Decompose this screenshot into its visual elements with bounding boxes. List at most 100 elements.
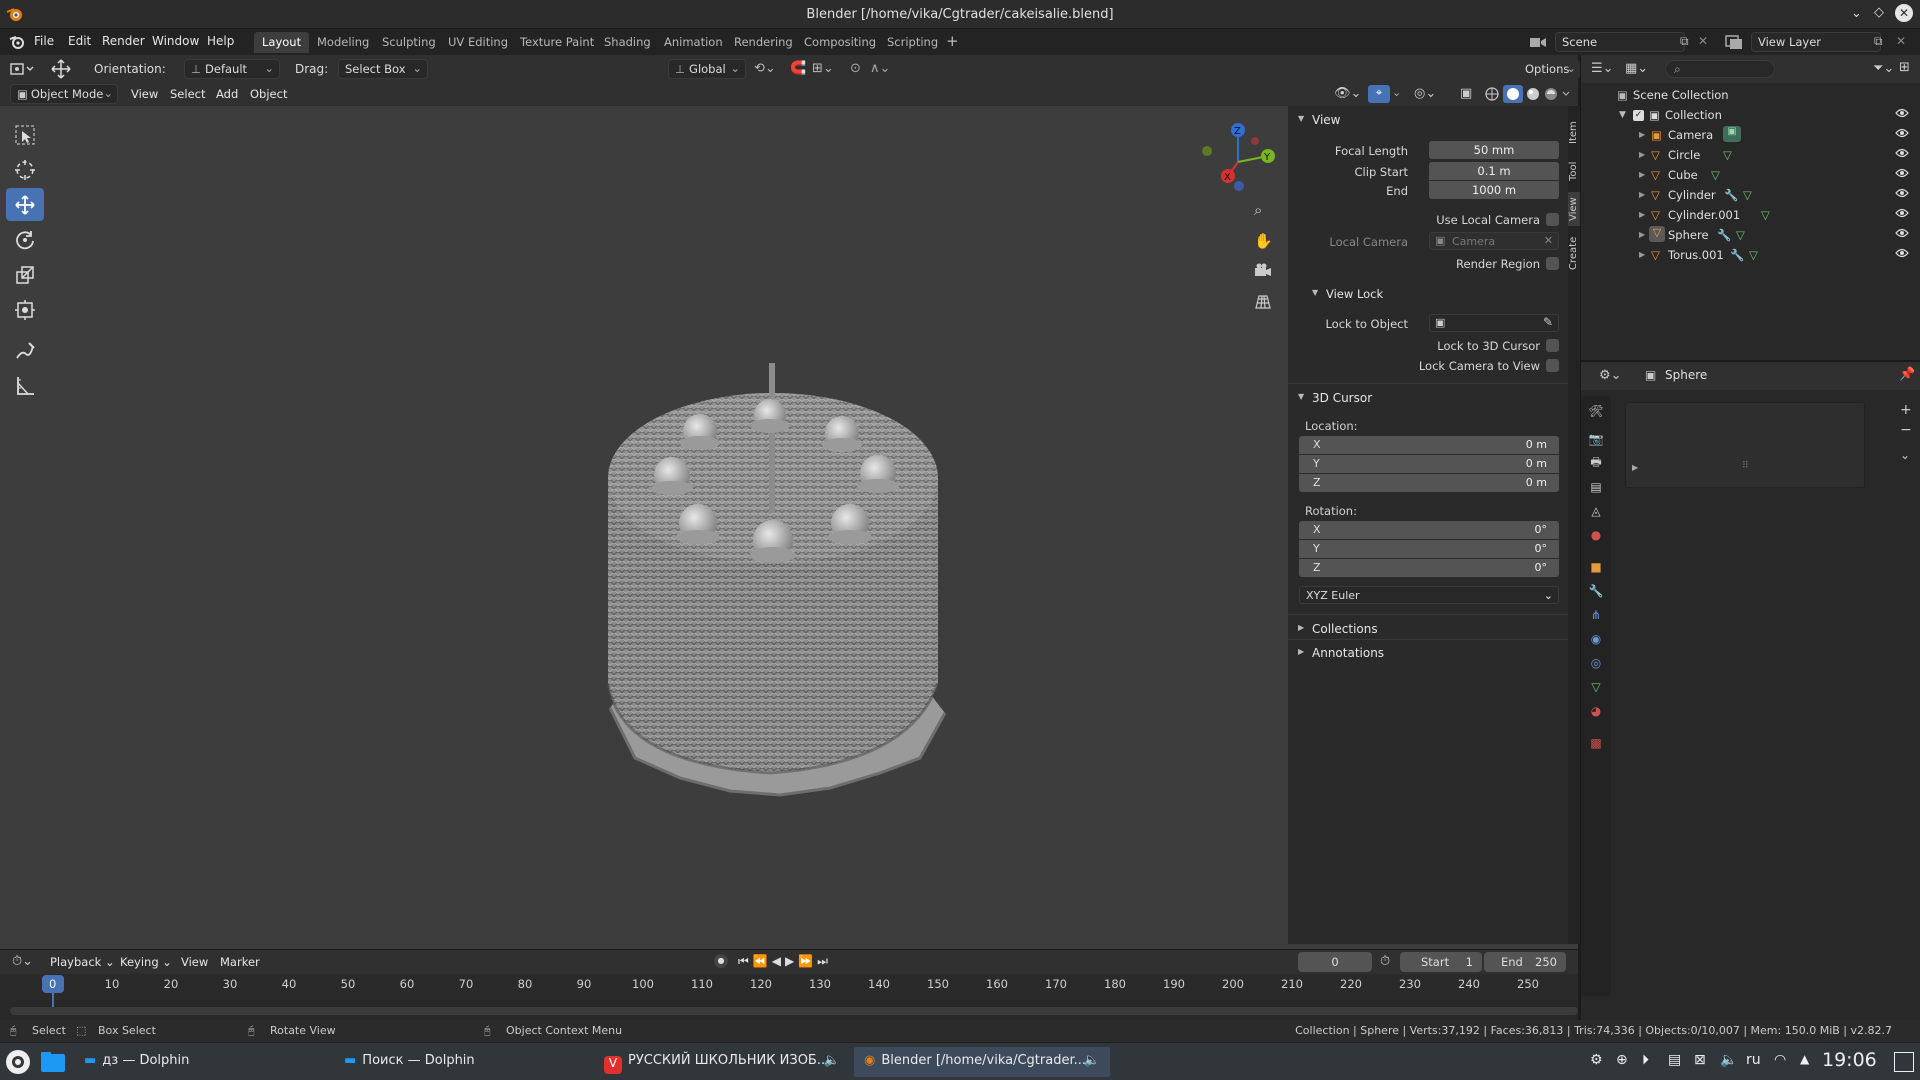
tab-shading[interactable]: Shading: [596, 32, 659, 53]
mesh-data-icon[interactable]: ▽: [1749, 248, 1758, 262]
cursor-location-x[interactable]: X0 m: [1299, 436, 1559, 454]
outliner-item-cylinder-001[interactable]: ▶ ▽ Cylinder.001 ▽: [1581, 205, 1920, 225]
system-status-icon[interactable]: ⊕: [1616, 1052, 1628, 1068]
modifier-wrench-icon[interactable]: 🔧: [1724, 188, 1738, 202]
menu-object[interactable]: Object: [250, 87, 287, 101]
particles-properties-icon[interactable]: ⋔: [1586, 604, 1606, 626]
view-layer-field[interactable]: View Layer: [1751, 32, 1881, 52]
close-icon[interactable]: ✕: [1895, 4, 1913, 22]
expand-arrow-icon[interactable]: ▶: [1639, 190, 1645, 199]
menu-add[interactable]: Add: [216, 87, 238, 101]
eye-icon[interactable]: [1895, 108, 1909, 118]
expand-arrow-icon[interactable]: ▶: [1639, 210, 1645, 219]
render-region-checkbox[interactable]: [1546, 257, 1559, 270]
perspective-grid-icon[interactable]: [1254, 294, 1272, 310]
eye-icon[interactable]: [1895, 168, 1909, 178]
clear-icon[interactable]: ✕: [1544, 234, 1553, 247]
timeline-editor-icon[interactable]: ⏱⌄: [12, 954, 33, 969]
expand-arrow-icon[interactable]: ▶: [1639, 230, 1645, 239]
data-properties-icon[interactable]: ▽: [1586, 676, 1606, 698]
physics-properties-icon[interactable]: ◉: [1586, 628, 1606, 650]
outliner-item-torus-001[interactable]: ▶ ▽ Torus.001 🔧 ▽: [1581, 245, 1920, 265]
navigation-gizmo[interactable]: Z Y X: [1198, 118, 1278, 198]
menu-select[interactable]: Select: [170, 87, 205, 101]
transform-orientation-dropdown[interactable]: ⊥ Global ⌄: [668, 59, 746, 79]
orientation-dropdown[interactable]: ⊥ Default ⌄: [184, 59, 280, 79]
move-tool-icon[interactable]: [50, 59, 72, 79]
camera-view-icon[interactable]: [1254, 263, 1272, 279]
cursor-rotation-z[interactable]: Z 0°: [1299, 559, 1559, 577]
rotation-mode-dropdown[interactable]: XYZ Euler ⌄: [1299, 586, 1559, 604]
app-launcher-icon[interactable]: [4, 1048, 32, 1076]
material-slots-list[interactable]: ▶ ⠿: [1625, 402, 1865, 488]
material-properties-icon[interactable]: ◕: [1586, 700, 1606, 722]
sidebar-tab-view[interactable]: View: [1568, 192, 1580, 226]
delete-view-layer-icon[interactable]: ✕: [1896, 34, 1906, 48]
clock-icon[interactable]: ⏱: [1380, 954, 1390, 969]
cursor-rotation-x[interactable]: X 0°: [1299, 521, 1559, 539]
menu-timeline-view[interactable]: View: [181, 955, 208, 969]
clipboard-icon[interactable]: ▤: [1668, 1052, 1681, 1068]
menu-view[interactable]: View: [131, 87, 158, 101]
minimize-icon[interactable]: ⌄: [1851, 6, 1862, 21]
remove-slot-icon[interactable]: −: [1900, 422, 1912, 438]
object-mode-dropdown[interactable]: ▣ Object Mode ⌄: [10, 84, 118, 104]
properties-editor-icon[interactable]: ⚙⌄: [1599, 368, 1622, 383]
file-manager-launcher-icon[interactable]: [38, 1048, 68, 1076]
focal-length-field[interactable]: 50 mm: [1429, 141, 1559, 159]
mesh-data-icon[interactable]: ▽: [1743, 188, 1752, 202]
annotations-section-header[interactable]: ▶ Annotations: [1288, 641, 1568, 665]
tab-layout[interactable]: Layout: [254, 32, 310, 53]
eye-icon[interactable]: [1895, 208, 1909, 218]
view-lock-section-header[interactable]: ▼ View Lock: [1288, 282, 1568, 306]
tray-expand-icon[interactable]: ▲: [1800, 1052, 1809, 1066]
move-tool-icon[interactable]: [6, 188, 44, 221]
options-dropdown[interactable]: Options ⌄: [1518, 59, 1580, 79]
world-properties-icon[interactable]: ●: [1586, 524, 1606, 546]
menu-render[interactable]: Render: [102, 34, 145, 48]
add-slot-icon[interactable]: +: [1900, 402, 1912, 418]
clip-start-field[interactable]: 0.1 m: [1429, 162, 1559, 180]
view-layer-icon[interactable]: [1724, 33, 1746, 51]
mesh-data-icon[interactable]: ▽: [1723, 148, 1732, 162]
keyboard-layout[interactable]: ru: [1746, 1052, 1761, 1068]
sidebar-tab-tool[interactable]: Tool: [1568, 156, 1580, 186]
scale-tool-icon[interactable]: [6, 258, 44, 291]
zoom-icon[interactable]: ⌕: [1254, 201, 1262, 219]
pivot-point-icon[interactable]: ⟲⌄: [754, 61, 776, 76]
sidebar-tab-create[interactable]: Create: [1568, 232, 1580, 274]
view-layer-properties-icon[interactable]: ▤: [1586, 476, 1606, 498]
task-vivaldi[interactable]: V РУССКИЙ ШКОЛЬНИК ИЗОБ... 🔈: [594, 1047, 850, 1077]
snap-icon[interactable]: 🧲: [790, 61, 806, 76]
collection-checkbox[interactable]: ✓: [1633, 110, 1644, 121]
show-desktop-icon[interactable]: [1894, 1052, 1914, 1072]
cursor-rotation-y[interactable]: Y 0°: [1299, 540, 1559, 558]
expand-arrow-icon[interactable]: ▶: [1632, 463, 1638, 472]
outliner-item-sphere[interactable]: ▶ ▽ Sphere 🔧 ▽: [1581, 225, 1920, 245]
media-player-icon[interactable]: ⏵: [1642, 1052, 1649, 1068]
outliner-item-camera[interactable]: ▶ ▣ Camera ▣: [1581, 125, 1920, 145]
rotate-tool-icon[interactable]: [6, 223, 44, 256]
output-properties-icon[interactable]: 🖶: [1586, 452, 1606, 474]
screenshot-icon[interactable]: ⊠: [1694, 1052, 1706, 1068]
copy-scene-icon[interactable]: ⧉: [1680, 34, 1689, 49]
chevron-down-icon[interactable]: ⌄: [1392, 86, 1401, 99]
speaker-icon[interactable]: 🔈: [824, 1053, 840, 1068]
tab-animation[interactable]: Animation: [656, 32, 731, 53]
menu-help[interactable]: Help: [207, 34, 234, 48]
expand-arrow-icon[interactable]: ▶: [1639, 170, 1645, 179]
tab-modeling[interactable]: Modeling: [309, 32, 377, 53]
lock-to-object-field[interactable]: ▣ ✎: [1429, 314, 1559, 332]
delete-scene-icon[interactable]: ✕: [1698, 34, 1708, 48]
task-blender[interactable]: ◉ Blender [/home/vika/Cgtrader... 🔈: [854, 1047, 1110, 1077]
object-properties-icon[interactable]: ■: [1586, 556, 1606, 578]
overlays-icon[interactable]: ◎⌄: [1414, 86, 1436, 101]
proportional-edit-icon[interactable]: ⊙: [850, 61, 861, 76]
eye-icon[interactable]: [1895, 128, 1909, 138]
render-properties-icon[interactable]: 📷: [1586, 428, 1606, 450]
filter-icon[interactable]: ⏷⌄: [1873, 61, 1894, 76]
outliner-editor-icon[interactable]: ☰⌄: [1591, 61, 1614, 76]
menu-edit[interactable]: Edit: [68, 34, 91, 48]
collections-section-header[interactable]: ▶ Collections: [1288, 617, 1568, 641]
cursor-location-y[interactable]: Y0 m: [1299, 455, 1559, 473]
